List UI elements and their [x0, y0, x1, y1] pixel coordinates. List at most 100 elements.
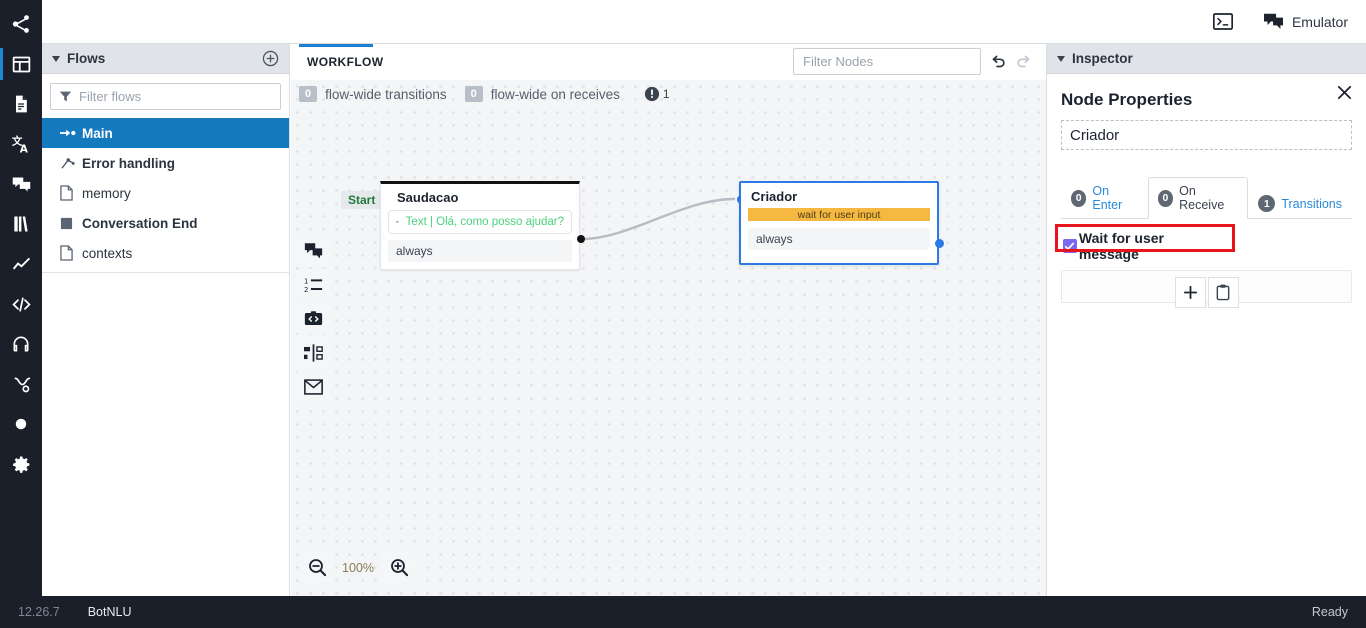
flow-wide-on-receives-count: 0 — [464, 86, 483, 102]
sidebar-item-main[interactable]: Main — [42, 118, 289, 148]
node-title: Saudacao — [397, 190, 459, 205]
flows-sidebar: Flows Filter flows Main Error handling m… — [42, 44, 290, 596]
caret-down-icon[interactable] — [1057, 55, 1065, 62]
sidebar-item-label: Error handling — [82, 155, 176, 171]
rail-item-record[interactable] — [0, 404, 42, 444]
headset-icon — [13, 336, 29, 352]
node-criador[interactable]: Criador wait for user input always — [739, 181, 939, 265]
console-button[interactable] — [1212, 13, 1233, 30]
add-action-button[interactable] — [1174, 276, 1206, 308]
wait-for-user-message-row: Wait for user message — [1055, 224, 1235, 264]
chat-icon — [1263, 13, 1283, 29]
svg-text:1: 1 — [304, 277, 308, 285]
flow-wide-on-receives-label[interactable]: flow-wide on receives — [491, 87, 620, 102]
rail-item-qna[interactable] — [0, 164, 42, 204]
rail-item-translate[interactable]: 文A — [0, 124, 42, 164]
rail-item-share-nodes[interactable] — [0, 4, 42, 44]
exclamation-circle-icon — [644, 86, 659, 102]
palette-execute-code[interactable] — [296, 303, 330, 334]
tab-on-receive-badge: 0 — [1157, 189, 1174, 207]
sidebar-item-error-handling[interactable]: Error handling — [42, 148, 289, 178]
rail-item-testing[interactable] — [0, 364, 42, 404]
node-content-row[interactable]: Text | Olá, como posso ajudar? — [388, 210, 572, 234]
sidebar-item-contexts[interactable]: contexts — [42, 238, 289, 268]
node-transition-row[interactable]: always — [388, 240, 572, 262]
node-name-field[interactable]: Criador — [1061, 120, 1352, 150]
emulator-button[interactable]: Emulator — [1263, 12, 1348, 31]
version-label: 12.26.7 — [18, 605, 60, 619]
palette-say-something[interactable] — [296, 235, 330, 266]
node-content-text: Text | Olá, como posso ajudar? — [405, 216, 564, 228]
start-badge: Start — [341, 191, 383, 209]
redo-button[interactable] — [1015, 53, 1033, 71]
code-icon — [11, 297, 31, 311]
filter-flows-wrap: Filter flows — [42, 74, 289, 116]
sidebar-item-label: contexts — [82, 245, 133, 261]
node-transition-row[interactable]: always — [748, 228, 930, 250]
rail-item-hitl[interactable] — [0, 324, 42, 364]
filter-flows-placeholder: Filter flows — [79, 89, 142, 104]
node-transition-label: always — [756, 232, 793, 246]
paste-action-button[interactable] — [1207, 276, 1239, 308]
document-icon — [16, 95, 27, 113]
translate-icon: 文A — [11, 134, 29, 155]
node-output-port[interactable] — [577, 235, 585, 243]
node-transition-label: always — [396, 244, 433, 258]
rail-item-content[interactable] — [0, 84, 42, 124]
layout-dashboard-icon — [12, 56, 30, 72]
zoom-out-button[interactable] — [300, 552, 334, 583]
tab-on-enter-label: On Enter — [1092, 184, 1123, 212]
zoom-in-icon — [390, 559, 408, 577]
wait-for-user-input-bar: wait for user input — [748, 208, 930, 221]
workflow-canvas[interactable]: 0 flow-wide transitions 0 flow-wide on r… — [291, 80, 1046, 596]
sidebar-item-label: memory — [82, 185, 131, 201]
inspector-body: Node Properties Criador 0 On Enter 0 On … — [1047, 74, 1366, 308]
undo-button[interactable] — [989, 53, 1007, 71]
branch-icon — [60, 156, 82, 170]
caret-down-icon[interactable] — [52, 55, 60, 62]
zoom-level: 100% — [342, 560, 374, 575]
email-icon — [303, 378, 323, 395]
inspector-tabs: 0 On Enter 0 On Receive 1 Transitions — [1061, 177, 1352, 219]
tab-on-receive[interactable]: 0 On Receive — [1147, 177, 1249, 219]
wait-for-user-message-checkbox[interactable] — [1063, 239, 1077, 253]
on-receive-actions-box — [1061, 270, 1352, 308]
filter-nodes-input[interactable]: Filter Nodes — [793, 48, 981, 75]
sidebar-item-conversation-end[interactable]: Conversation End — [42, 208, 289, 238]
zoom-in-button[interactable] — [382, 552, 416, 583]
flows-header[interactable]: Flows — [42, 44, 289, 74]
inspector-header[interactable]: Inspector — [1047, 44, 1366, 74]
tab-workflow-label: WORKFLOW — [307, 55, 384, 69]
rail-item-flow-editor[interactable] — [0, 44, 42, 84]
node-criador-output-port[interactable] — [935, 239, 944, 248]
status-state-label: Ready — [1311, 605, 1348, 619]
square-stop-icon — [60, 217, 82, 230]
svg-text:A: A — [19, 143, 28, 155]
node-saudacao[interactable]: Saudacao Text | Olá, como posso ajudar? … — [380, 181, 580, 270]
tab-transitions[interactable]: 1 Transitions — [1248, 188, 1352, 219]
palette-router-split[interactable] — [296, 337, 330, 368]
rail-item-code[interactable] — [0, 284, 42, 324]
add-flow-button[interactable] — [262, 50, 279, 67]
numbered-list-icon: 12 — [304, 277, 322, 293]
share-nodes-icon — [12, 15, 29, 33]
node-palette: 12 — [296, 235, 330, 402]
tab-on-enter[interactable]: 0 On Enter — [1061, 177, 1148, 219]
palette-email[interactable] — [296, 371, 330, 402]
warning-indicator[interactable]: 1 — [644, 86, 670, 102]
status-bar: 12.26.7 BotNLU Ready — [0, 596, 1366, 628]
rail-item-library[interactable] — [0, 204, 42, 244]
circle-icon — [15, 418, 27, 430]
rail-item-settings[interactable] — [0, 444, 42, 484]
sidebar-item-memory[interactable]: memory — [42, 178, 289, 208]
tab-workflow[interactable]: WORKFLOW — [299, 44, 392, 71]
rail-item-analytics[interactable] — [0, 244, 42, 284]
close-inspector-button[interactable] — [1334, 82, 1354, 102]
book-icon — [14, 216, 28, 232]
workflow-header: WORKFLOW Filter Nodes — [291, 44, 1046, 80]
palette-numbered-list[interactable]: 12 — [296, 269, 330, 300]
funnel-icon — [59, 91, 72, 102]
filter-flows-input[interactable]: Filter flows — [50, 83, 281, 110]
flow-wide-transitions-label[interactable]: flow-wide transitions — [325, 87, 447, 102]
chat-bubbles-icon — [12, 177, 30, 191]
